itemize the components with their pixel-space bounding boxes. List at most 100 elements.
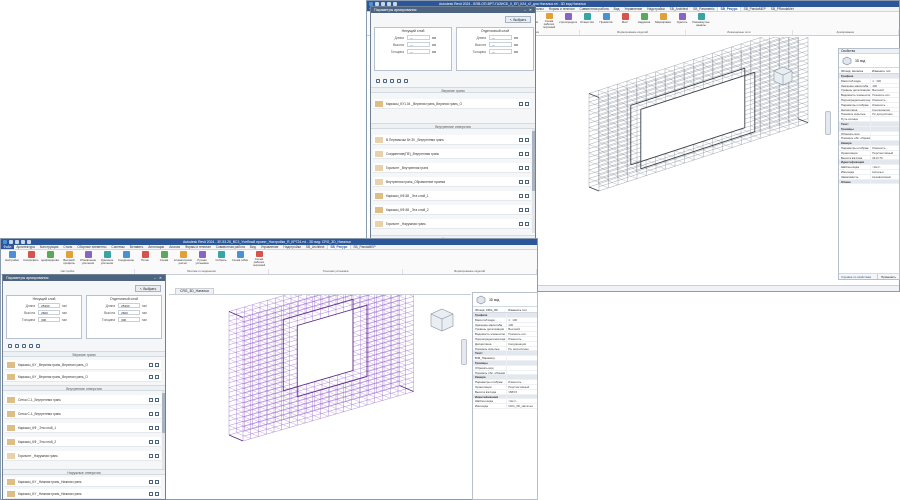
- ribbon-tab[interactable]: SB_PandaMEP: [351, 245, 378, 249]
- ribbon-tab[interactable]: SB_Parametric: [691, 7, 717, 11]
- edit-icon[interactable]: [149, 362, 153, 367]
- reinforcement-list-item[interactable]: Горизонт _Наружная грань: [373, 219, 531, 229]
- property-value[interactable]: Координация: [506, 341, 537, 346]
- ribbon-button[interactable]: Разомкнутые каналы: [692, 13, 710, 29]
- dimension-input[interactable]: 300: [118, 317, 141, 322]
- ribbon-button[interactable]: Схема рабочих чертежей: [250, 251, 268, 267]
- dimension-input[interactable]: 2600: [38, 310, 61, 315]
- ribbon-button[interactable]: Высокий профиль: [60, 251, 78, 267]
- redo-icon[interactable]: [27, 240, 31, 244]
- reinforcement-list-item[interactable]: Каркасы_КФ _Эта слой_2: [5, 437, 161, 447]
- edit-icon[interactable]: [149, 491, 153, 496]
- open-external-icon[interactable]: [155, 491, 159, 496]
- view-cube-icon-bottom[interactable]: [429, 307, 455, 333]
- navigation-bar-bottom[interactable]: [461, 339, 467, 365]
- dimension-input[interactable]: —: [488, 42, 512, 47]
- open-external-icon[interactable]: [525, 151, 529, 156]
- property-value[interactable]: 1 : 100: [870, 78, 899, 83]
- ribbon-tab[interactable]: SB_PRandaMet: [768, 7, 796, 11]
- reinforcement-list-item[interactable]: Каркасы_КУ _Верхняя грань_Верхняя грань_…: [5, 360, 161, 370]
- ribbon-button[interactable]: Надрезка: [635, 13, 653, 29]
- ribbon-button[interactable]: Соединение: [117, 251, 135, 267]
- ribbon-button[interactable]: Собрать: [212, 251, 230, 267]
- inner-list-scrollbar[interactable]: [532, 129, 535, 233]
- ribbon-button[interactable]: Схема гибки: [231, 251, 249, 267]
- property-value[interactable]: Изменить...: [870, 102, 899, 107]
- property-value[interactable]: Наталья: [870, 169, 899, 174]
- ribbon-button[interactable]: Настройки: [3, 251, 21, 267]
- apply-button[interactable]: Применить: [877, 274, 899, 279]
- settings-icon[interactable]: [36, 344, 40, 348]
- property-value[interactable]: 2413.76: [870, 155, 899, 160]
- open-external-icon[interactable]: [155, 425, 159, 430]
- property-value[interactable]: [506, 370, 537, 375]
- dimension-input[interactable]: 25300: [118, 303, 141, 308]
- ribbon-button[interactable]: Отверстия: [578, 13, 596, 29]
- folder-icon[interactable]: [29, 344, 33, 348]
- open-external-icon[interactable]: [155, 374, 159, 379]
- reinforcement-list-item[interactable]: Каркасы_КУ _Нижняя грань_Нижняя грань: [5, 477, 161, 487]
- property-value[interactable]: По дисциплине: [870, 112, 899, 117]
- ribbon-tab[interactable]: SB_Architect: [303, 245, 326, 249]
- ribbon-tab[interactable]: Файл: [1, 245, 14, 249]
- dimension-input[interactable]: —: [406, 49, 430, 54]
- property-value[interactable]: Перспективный: [870, 150, 899, 155]
- ribbon-tab[interactable]: Управление: [258, 245, 281, 249]
- ribbon-tab[interactable]: Совместная работа: [577, 7, 611, 11]
- minimize-icon[interactable]: –: [154, 276, 156, 280]
- ribbon-button[interactable]: Удалить: [673, 13, 691, 29]
- open-external-icon[interactable]: [155, 362, 159, 367]
- open-external-icon[interactable]: [525, 207, 529, 212]
- ribbon-tab[interactable]: SB_Рекурс: [717, 7, 742, 11]
- reinforcement-list-item[interactable]: Каркасы_КФ-58 _Эта слой_1: [373, 191, 531, 201]
- open-external-icon[interactable]: [155, 439, 159, 444]
- reinforcement-list-item[interactable]: Каркасы_КФ _Эта слой_1: [5, 423, 161, 433]
- select-button-bottom[interactable]: ↖ Выбрать: [135, 285, 161, 292]
- edit-icon[interactable]: [519, 165, 523, 170]
- property-value[interactable]: Независимый: [870, 174, 899, 179]
- ribbon-tab[interactable]: Формы и генплан: [182, 245, 213, 249]
- edit-icon[interactable]: [149, 453, 153, 458]
- folder-icon[interactable]: [397, 79, 401, 83]
- ribbon-tab[interactable]: Совместная работа: [213, 245, 247, 249]
- reinforcement-list-item[interactable]: В.Перемычки бл 30 _Внутренняя грань: [373, 135, 531, 145]
- open-external-icon[interactable]: [155, 453, 159, 458]
- dimension-input[interactable]: —: [406, 35, 430, 40]
- ribbon-button[interactable]: Маркировка: [654, 13, 672, 29]
- property-value[interactable]: CRG_3D_Наталья: [506, 404, 537, 408]
- edit-icon[interactable]: [519, 207, 523, 212]
- open-external-icon[interactable]: [525, 137, 529, 142]
- properties-help-link[interactable]: Справка по свойствам: [839, 274, 877, 279]
- ribbon-tab[interactable]: Надстройки: [645, 7, 668, 11]
- inner-list-scrollbar-bottom[interactable]: [162, 391, 165, 469]
- ribbon-tab[interactable]: Формы и генплан: [546, 7, 577, 11]
- property-value[interactable]: [870, 136, 899, 141]
- open-external-icon[interactable]: [155, 479, 159, 484]
- reinforcement-list-item[interactable]: Горизонт _Внутренняя грань: [373, 163, 531, 173]
- property-value[interactable]: Изменить...: [870, 97, 899, 102]
- dimension-input[interactable]: —: [488, 49, 512, 54]
- property-value[interactable]: Высокий: [870, 88, 899, 93]
- dimension-input[interactable]: —: [488, 35, 512, 40]
- revit-logo-icon[interactable]: [3, 240, 7, 244]
- edit-type-button-bottom[interactable]: Изменить тип: [508, 308, 537, 312]
- edit-type-button[interactable]: Изменить тип: [872, 69, 899, 73]
- list-icon[interactable]: [8, 344, 12, 348]
- ribbon-tab[interactable]: Архитектура: [14, 245, 37, 249]
- dimension-input[interactable]: 300: [38, 317, 61, 322]
- navigation-bar[interactable]: [825, 111, 831, 135]
- ribbon-tab[interactable]: Системы: [109, 245, 127, 249]
- edit-icon[interactable]: [519, 193, 523, 198]
- save-icon[interactable]: [15, 240, 19, 244]
- dimension-input[interactable]: 25300: [38, 303, 61, 308]
- edit-icon[interactable]: [519, 101, 523, 106]
- property-value[interactable]: Изменить...: [870, 145, 899, 150]
- property-value[interactable]: <Нет>: [506, 399, 537, 404]
- edit-icon[interactable]: [149, 439, 153, 444]
- ribbon-tab[interactable]: Вид: [611, 7, 622, 11]
- ribbon-button[interactable]: Копировать: [22, 251, 40, 267]
- property-value[interactable]: [506, 356, 537, 360]
- ribbon-button[interactable]: Автоматический расчет: [174, 251, 192, 267]
- dimension-input[interactable]: —: [406, 42, 430, 47]
- ribbon-tab[interactable]: SB_Architect: [667, 7, 690, 11]
